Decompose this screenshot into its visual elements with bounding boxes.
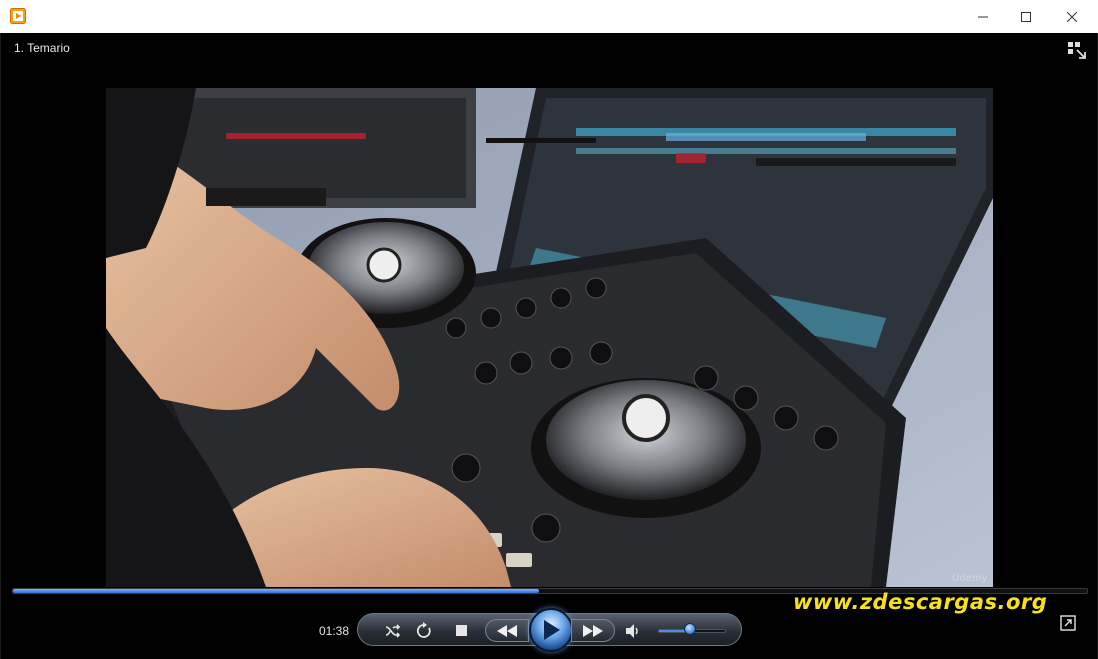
play-icon (544, 620, 560, 640)
repeat-icon (416, 622, 431, 638)
stop-icon (455, 624, 467, 636)
previous-button[interactable] (485, 619, 529, 642)
stop-button[interactable] (454, 623, 468, 637)
rewind-icon (497, 624, 517, 637)
transport-controls (357, 608, 742, 652)
fast-forward-icon (583, 624, 603, 637)
minimize-button[interactable] (960, 0, 1006, 33)
next-button[interactable] (571, 619, 615, 642)
mute-button[interactable] (624, 622, 642, 640)
shuffle-icon (385, 624, 401, 638)
seek-progress (13, 589, 539, 593)
close-button[interactable] (1049, 0, 1095, 33)
elapsed-time: 01:38 (319, 624, 350, 638)
site-watermark: www.zdescargas.org (793, 590, 1048, 614)
media-player-icon (10, 8, 26, 24)
repeat-button[interactable] (413, 620, 435, 642)
shuffle-button[interactable] (382, 620, 404, 642)
fullscreen-icon[interactable] (1060, 615, 1076, 631)
player-area[interactable]: 1. Temario Udemy 01:38 www.zdescargas.or… (0, 33, 1098, 659)
switch-to-library-icon[interactable] (1067, 41, 1087, 59)
volume-thumb[interactable] (684, 623, 696, 635)
video-watermark: Udemy (952, 573, 988, 584)
title-bar[interactable] (0, 0, 1098, 33)
maximize-icon (1021, 11, 1031, 22)
media-title: 1. Temario (14, 41, 70, 55)
close-icon (1067, 11, 1077, 22)
play-button[interactable] (529, 608, 573, 652)
minimize-icon (978, 16, 988, 17)
speaker-icon (626, 624, 638, 638)
video-frame[interactable]: Udemy (106, 88, 993, 587)
video-image: Udemy (106, 88, 993, 587)
maximize-button[interactable] (1003, 0, 1049, 33)
